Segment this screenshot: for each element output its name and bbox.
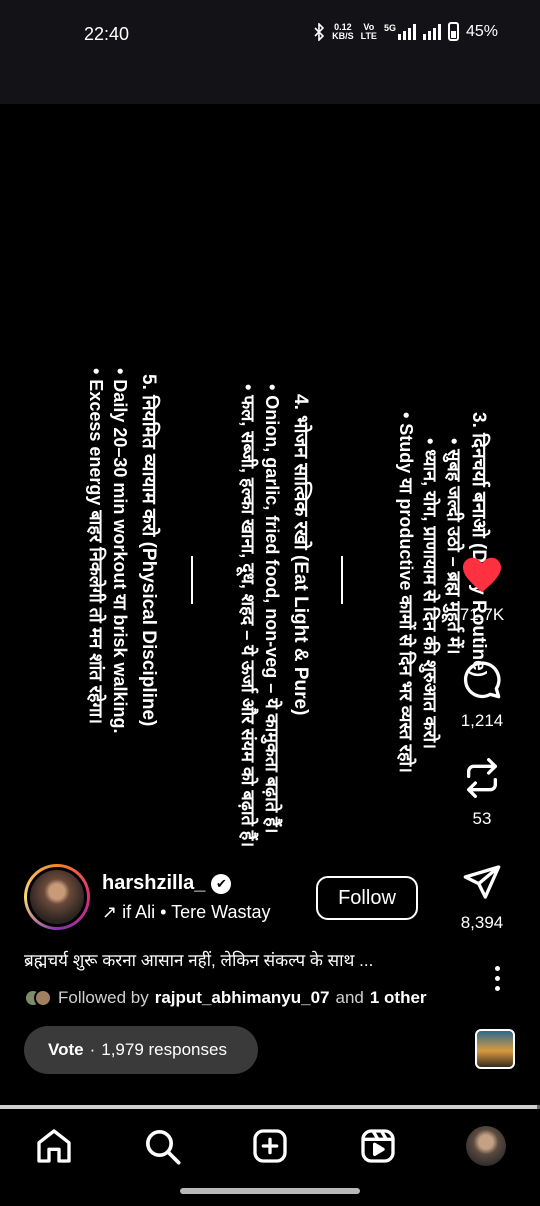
status-bar: 22:40 0.12 KB/S Vo LTE 5G 45% <box>0 0 540 104</box>
poll-responses: 1,979 responses <box>101 1040 227 1059</box>
poll-pill[interactable]: Vote · 1,979 responses <box>24 1026 258 1074</box>
section-5-bullet: • Excess energy बाहर निकलेगी तो मन शांत … <box>86 368 106 725</box>
vote-label: Vote <box>48 1040 84 1059</box>
search-icon[interactable] <box>142 1126 182 1166</box>
battery-percent: 45% <box>465 22 498 40</box>
share-count: 8,394 <box>460 913 504 932</box>
section-4-bullet: • फल, सब्जी, हल्का खाना, दूध, शहद – ये ऊ… <box>238 384 258 848</box>
section-5-text: 5. नियमित व्यायाम करो (Physical Discipli… <box>84 368 160 734</box>
share-button[interactable]: 8,394 <box>442 862 522 933</box>
like-count: 71.7K <box>459 605 505 624</box>
section-4-text: 4. भोजन सात्विक रखो (Eat Light & Pure) •… <box>236 384 312 847</box>
divider <box>341 556 343 604</box>
bluetooth-icon <box>314 22 325 41</box>
verified-icon: ✔ <box>211 873 232 894</box>
author-avatar[interactable] <box>24 864 90 930</box>
music-artist: if Ali <box>122 902 156 922</box>
more-options-icon[interactable] <box>495 966 500 991</box>
comment-button[interactable]: 1,214 <box>442 660 522 731</box>
followed-by[interactable]: Followed by rajput_abhimanyu_07 and 1 ot… <box>24 988 427 1008</box>
like-button[interactable]: 71.7K <box>442 556 522 625</box>
battery-icon <box>447 22 459 41</box>
author-username[interactable]: harshzilla_ ✔ <box>102 872 232 895</box>
create-icon[interactable] <box>250 1126 290 1166</box>
arrow-icon: ↗ <box>102 902 118 922</box>
audio-thumbnail[interactable] <box>475 1029 515 1069</box>
follower-avatars <box>24 989 52 1007</box>
reels-icon[interactable] <box>358 1126 398 1166</box>
profile-avatar[interactable] <box>466 1126 506 1166</box>
section-5-heading: 5. नियमित व्यायाम करो (Physical Discipli… <box>138 374 159 727</box>
follow-button[interactable]: Follow <box>316 876 418 920</box>
status-time: 22:40 <box>84 24 130 44</box>
section-3-bullet: • ध्यान, योग, प्राणायाम से दिन की शुरुआत… <box>420 438 440 750</box>
section-3-bullet: • Study या productive कामों से दिन भर व्… <box>396 412 416 773</box>
repost-icon <box>467 758 497 798</box>
comment-icon <box>463 661 501 699</box>
music-info[interactable]: ↗ if Ali • Tere Wastay <box>102 902 271 923</box>
signal-5g: 5G <box>384 23 416 40</box>
net-speed: 0.12 KB/S <box>332 21 354 41</box>
home-icon[interactable] <box>34 1126 74 1166</box>
followed-by-other[interactable]: 1 other <box>370 988 427 1008</box>
section-5-bullet: • Daily 20–30 min workout या brisk walki… <box>110 368 130 734</box>
heart-icon <box>463 557 501 593</box>
signal-icon-2 <box>422 23 441 40</box>
repost-button[interactable]: 53 <box>442 758 522 829</box>
status-icons: 0.12 KB/S Vo LTE 5G 45% <box>313 22 498 41</box>
home-indicator <box>180 1188 360 1194</box>
signal-icon <box>397 23 416 40</box>
section-4-bullet: • Onion, garlic, fried food, non-veg – य… <box>262 384 282 834</box>
divider <box>191 556 193 604</box>
caption[interactable]: ब्रह्मचर्य शुरू करना आसान नहीं, लेकिन सं… <box>24 948 454 971</box>
followed-by-user[interactable]: rajput_abhimanyu_07 <box>155 988 330 1008</box>
send-icon <box>463 865 501 899</box>
volte-indicator: Vo LTE <box>360 21 377 41</box>
repost-count: 53 <box>472 809 492 828</box>
music-title: Tere Wastay <box>171 902 271 922</box>
section-4-heading: 4. भोजन सात्विक रखो (Eat Light & Pure) <box>290 394 311 716</box>
comment-count: 1,214 <box>460 711 504 730</box>
